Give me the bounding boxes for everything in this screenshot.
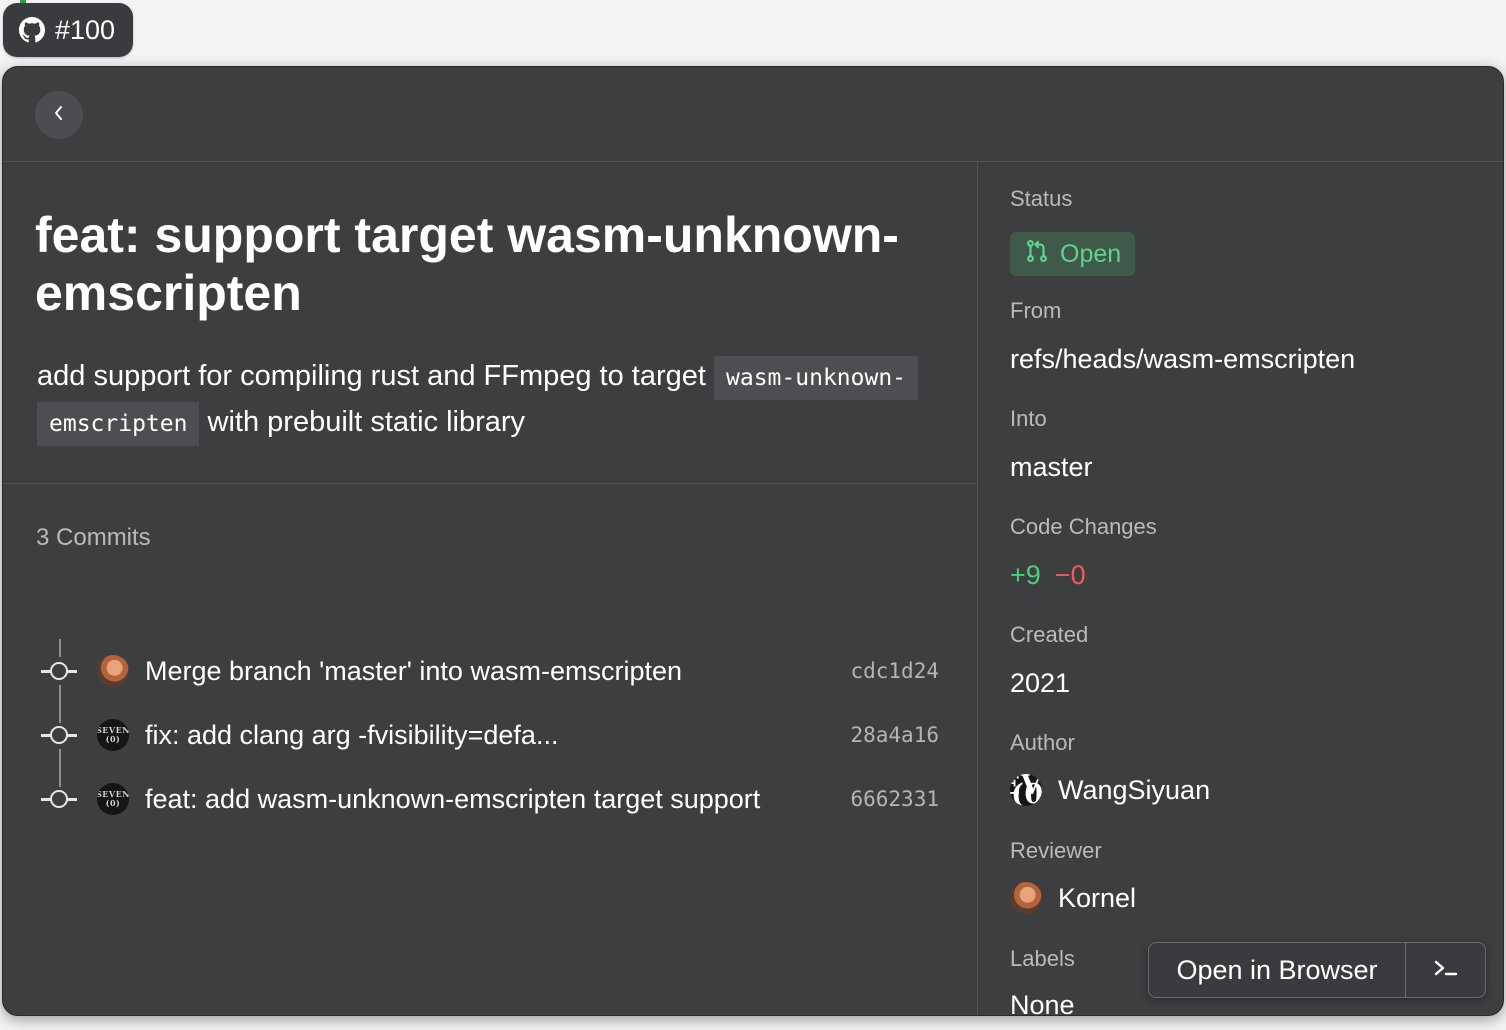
created-label: Created bbox=[1010, 622, 1089, 647]
commit-message: feat: add wasm-unknown-emscripten target… bbox=[145, 783, 761, 814]
action-bar: Open in Browser bbox=[1148, 942, 1486, 998]
avatar-text: (0) bbox=[105, 798, 121, 808]
commit-hash: 28a4a16 bbox=[850, 723, 939, 747]
author: SEVEN(0) WangSiyuan bbox=[1010, 774, 1210, 806]
commit-node-icon bbox=[41, 713, 77, 757]
desc-code-1: wasm-unknown- bbox=[714, 356, 919, 400]
pr-description: add support for compiling rust and FFmpe… bbox=[37, 354, 957, 446]
terminal-button[interactable] bbox=[1406, 943, 1485, 997]
into-label: Into bbox=[1010, 406, 1047, 431]
commit-hash: cdc1d24 bbox=[850, 659, 939, 683]
desc-text-after: with prebuilt static library bbox=[199, 406, 526, 438]
main-panel: feat: support target wasm-unknown-emscri… bbox=[3, 162, 978, 1015]
avatar bbox=[97, 655, 129, 687]
status-value: Open bbox=[1060, 239, 1122, 268]
open-in-browser-button[interactable]: Open in Browser bbox=[1149, 943, 1406, 997]
terminal-icon bbox=[1433, 958, 1459, 983]
avatar: SEVEN(0) bbox=[97, 783, 129, 815]
code-changes: +9 −0 bbox=[1010, 560, 1086, 591]
from-label: From bbox=[1010, 298, 1062, 323]
issue-tag[interactable]: #100 bbox=[3, 3, 134, 57]
details-sidebar: Status Open From refs/heads/wasm-emscrip… bbox=[978, 162, 1503, 1015]
commit-row[interactable]: SEVEN (0) feat: add wasm-unknown-emscript… bbox=[41, 777, 939, 821]
commit-row[interactable]: SEVEN (0) fix: add clang arg -fvisibility… bbox=[41, 713, 939, 757]
avatar: SEVEN(0) bbox=[97, 719, 129, 751]
commit-node-icon bbox=[41, 777, 77, 821]
pr-header: feat: support target wasm-unknown-emscri… bbox=[3, 162, 977, 484]
commit-message: fix: add clang arg -fvisibility=defa... bbox=[145, 719, 559, 750]
commit-row[interactable]: Merge branch 'master' into wasm-emscript… bbox=[41, 649, 939, 693]
issue-number: #100 bbox=[55, 14, 116, 45]
reviewer: Kornel bbox=[1010, 882, 1136, 914]
avatar bbox=[1010, 882, 1042, 914]
reviewer-name: Kornel bbox=[1058, 882, 1137, 913]
labels-label: Labels bbox=[1010, 946, 1075, 971]
reviewer-label: Reviewer bbox=[1010, 838, 1102, 863]
additions-count: +9 bbox=[1010, 560, 1041, 590]
deletions-count: −0 bbox=[1054, 560, 1086, 590]
commit-node-icon bbox=[41, 649, 77, 693]
author-name: WangSiyuan bbox=[1058, 774, 1211, 805]
avatar-text: (0) bbox=[1011, 779, 1042, 806]
from-branch: refs/heads/wasm-emscripten bbox=[1010, 344, 1356, 374]
commit-hash: 6662331 bbox=[850, 787, 939, 811]
pr-title: feat: support target wasm-unknown-emscri… bbox=[35, 207, 899, 321]
created-value: 2021 bbox=[1010, 668, 1071, 698]
code-changes-label: Code Changes bbox=[1010, 514, 1157, 539]
commits-heading: 3 Commits bbox=[36, 524, 151, 551]
back-button[interactable] bbox=[35, 91, 83, 139]
status-badge: Open bbox=[1010, 232, 1136, 276]
into-branch: master bbox=[1010, 452, 1093, 482]
desc-code-2: emscripten bbox=[37, 402, 200, 446]
pull-request-icon bbox=[1024, 238, 1050, 271]
status-label: Status bbox=[1010, 186, 1073, 211]
avatar: SEVEN(0) bbox=[1010, 774, 1042, 806]
top-bar bbox=[3, 67, 1503, 162]
author-label: Author bbox=[1010, 730, 1075, 755]
commit-message: Merge branch 'master' into wasm-emscript… bbox=[145, 655, 682, 686]
avatar-text: (0) bbox=[105, 734, 121, 744]
chevron-left-icon bbox=[52, 104, 66, 127]
github-icon bbox=[19, 17, 45, 43]
labels-value: None bbox=[1010, 990, 1075, 1016]
desc-text-before: add support for compiling rust and FFmpe… bbox=[37, 360, 715, 392]
pull-request-window: feat: support target wasm-unknown-emscri… bbox=[2, 66, 1504, 1016]
